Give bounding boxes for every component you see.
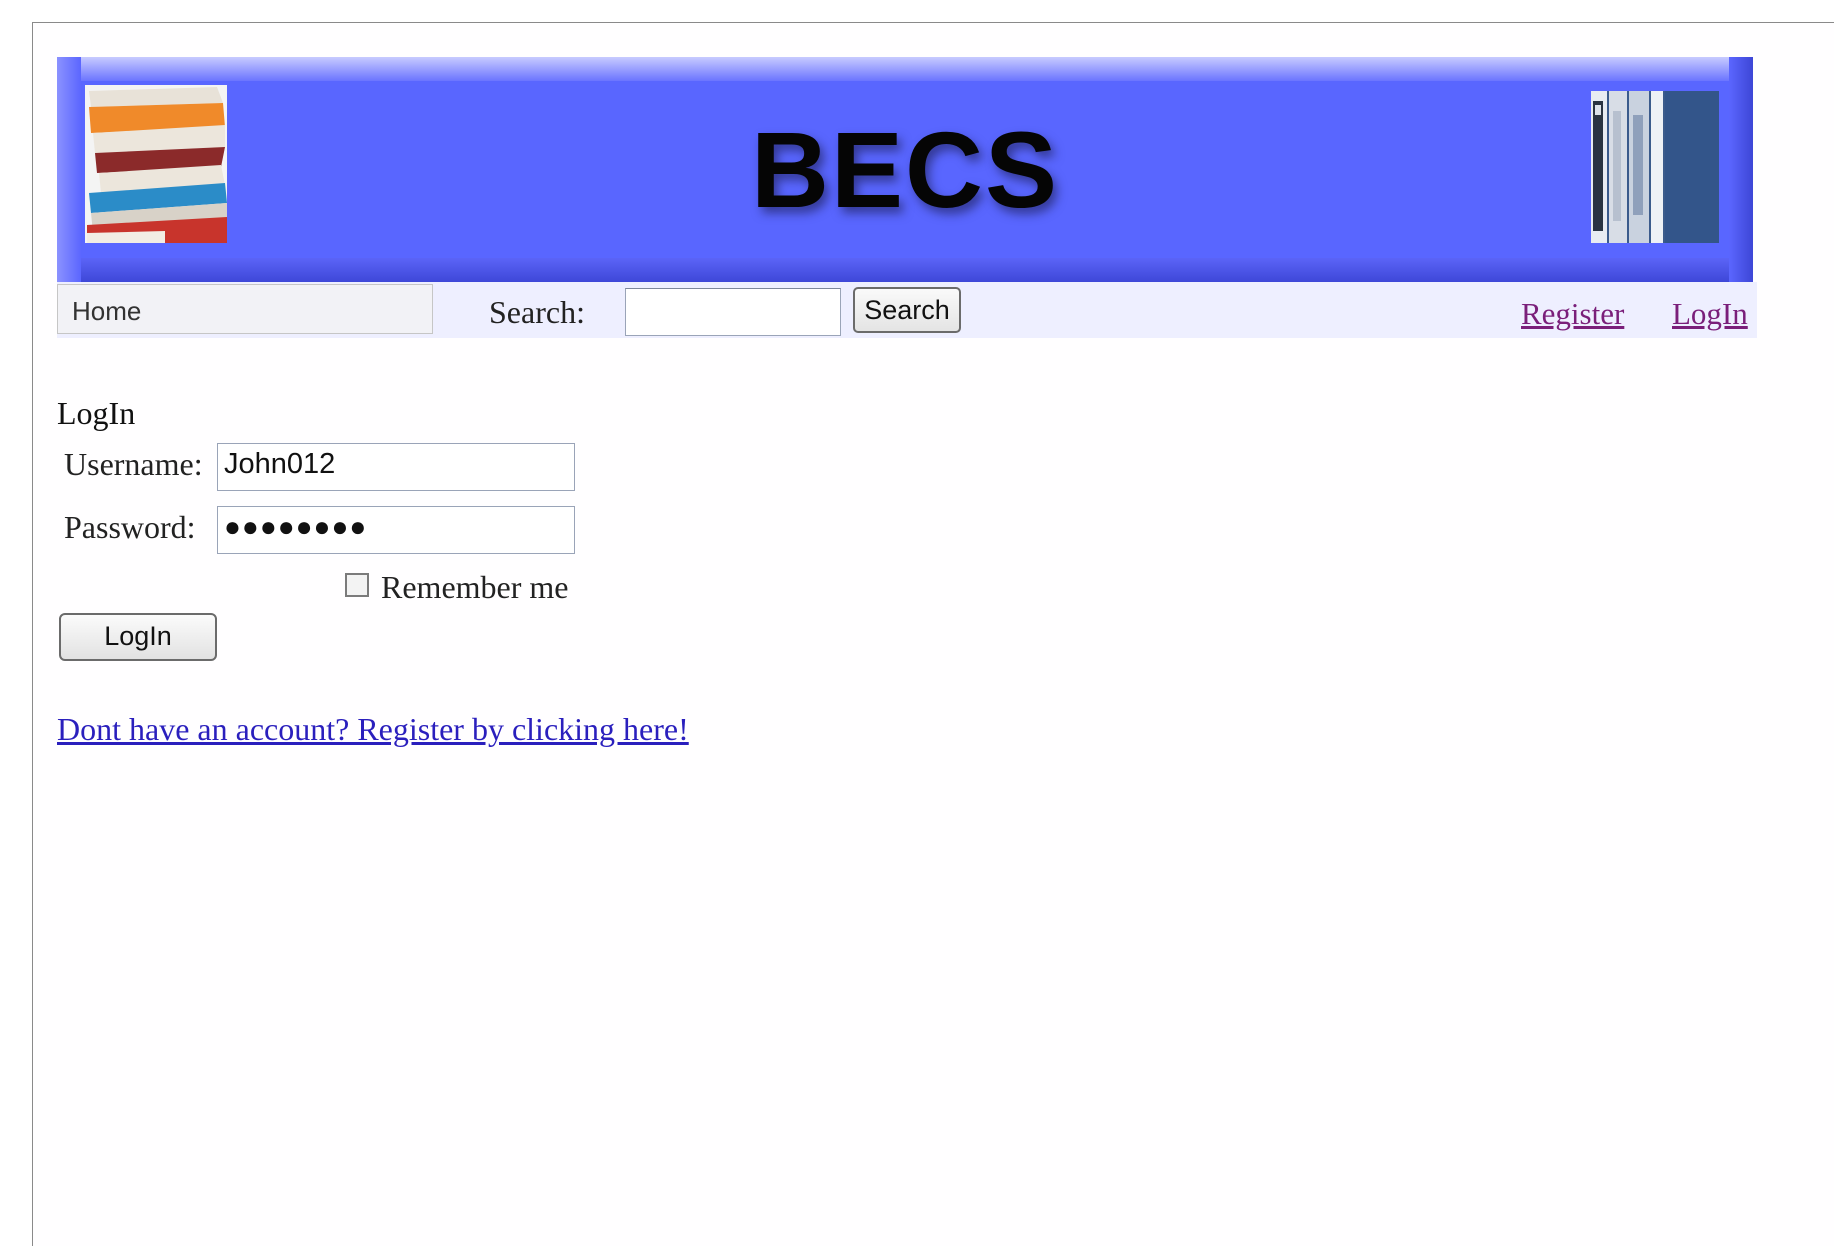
remember-me-label[interactable]: Remember me [381, 569, 568, 606]
login-heading: LogIn [57, 395, 136, 431]
remember-me-checkbox[interactable] [345, 573, 369, 597]
navigation-bar: Home Search: Search Register LogIn [57, 282, 1757, 338]
username-label: Username: [64, 446, 203, 482]
page-frame: BECS Home Search: Search Register LogIn … [32, 22, 1834, 1246]
username-field[interactable]: John012 [217, 443, 575, 491]
login-link[interactable]: LogIn [1672, 296, 1748, 332]
register-link[interactable]: Register [1521, 296, 1624, 332]
search-label: Search: [489, 294, 585, 330]
site-title: BECS [750, 109, 1060, 230]
password-field[interactable]: ●●●●●●●● [217, 506, 575, 554]
password-label: Password: [64, 509, 196, 545]
register-prompt-link[interactable]: Dont have an account? Register by clicki… [57, 711, 689, 748]
bookshelf-image [1591, 91, 1719, 243]
login-button[interactable]: LogIn [59, 613, 217, 661]
home-link[interactable]: Home [57, 284, 433, 334]
search-input[interactable] [625, 288, 841, 336]
header-banner: BECS [57, 57, 1753, 282]
search-button[interactable]: Search [853, 287, 961, 333]
